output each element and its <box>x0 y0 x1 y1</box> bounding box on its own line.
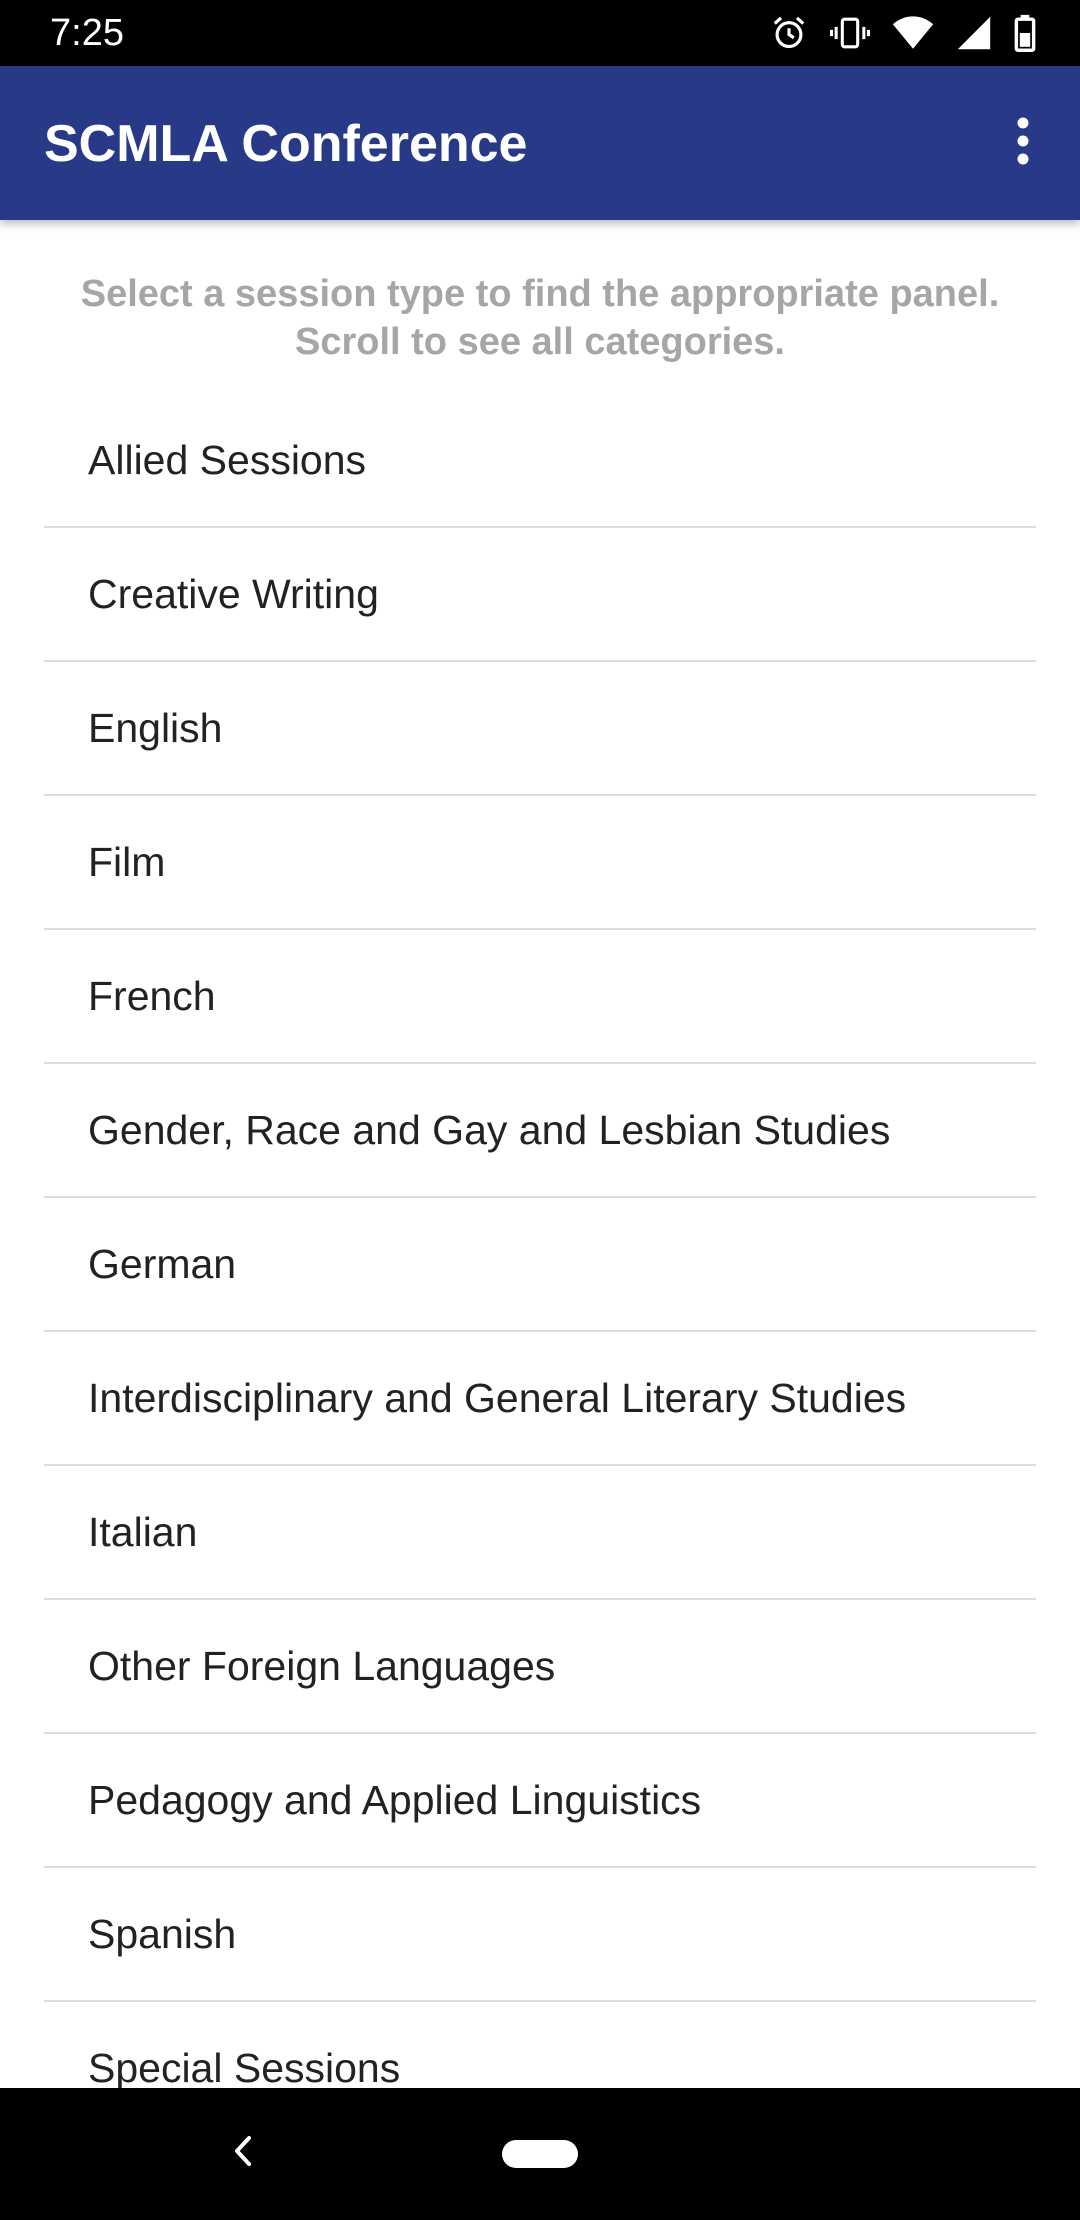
instructions-line-2: Scroll to see all categories. <box>295 321 785 363</box>
session-item-creative-writing[interactable]: Creative Writing <box>44 528 1036 662</box>
session-item-gender-race-studies[interactable]: Gender, Race and Gay and Lesbian Studies <box>44 1064 1036 1198</box>
back-chevron-icon <box>232 2134 254 2173</box>
session-item-allied-sessions[interactable]: Allied Sessions <box>44 394 1036 528</box>
session-item-french[interactable]: French <box>44 930 1036 1064</box>
more-vert-icon <box>1016 117 1030 170</box>
vibrate-icon <box>830 14 870 52</box>
session-item-other-foreign-languages[interactable]: Other Foreign Languages <box>44 1600 1036 1734</box>
status-bar: 7:25 <box>0 0 1080 66</box>
session-item-special-sessions[interactable]: Special Sessions <box>44 2002 1036 2089</box>
session-item-spanish[interactable]: Spanish <box>44 1868 1036 2002</box>
instructions-line-1: Select a session type to find the approp… <box>80 273 1000 315</box>
overflow-menu-button[interactable] <box>988 108 1058 178</box>
session-item-english[interactable]: English <box>44 662 1036 796</box>
session-item-pedagogy[interactable]: Pedagogy and Applied Linguistics <box>44 1734 1036 1868</box>
battery-icon <box>1014 14 1036 52</box>
home-pill-icon[interactable] <box>502 2140 578 2168</box>
session-item-italian[interactable]: Italian <box>44 1466 1036 1600</box>
app-bar: SCMLA Conference <box>0 66 1080 220</box>
instructions-text: Select a session type to find the approp… <box>44 270 1036 366</box>
session-item-german[interactable]: German <box>44 1198 1036 1332</box>
alarm-icon <box>770 14 808 52</box>
status-icons <box>770 12 1036 54</box>
session-item-interdisciplinary[interactable]: Interdisciplinary and General Literary S… <box>44 1332 1036 1466</box>
status-time: 7:25 <box>50 12 124 54</box>
wifi-icon <box>892 15 934 51</box>
back-button[interactable] <box>218 2128 268 2178</box>
session-type-list: Allied Sessions Creative Writing English… <box>44 394 1036 2088</box>
screen: 7:25 SCMLA Conference Select a session t… <box>0 0 1080 2220</box>
navigation-bar <box>0 2088 1080 2220</box>
app-title: SCMLA Conference <box>44 115 528 173</box>
session-item-film[interactable]: Film <box>44 796 1036 930</box>
content-area[interactable]: Select a session type to find the approp… <box>0 220 1080 2088</box>
signal-icon <box>956 15 992 51</box>
